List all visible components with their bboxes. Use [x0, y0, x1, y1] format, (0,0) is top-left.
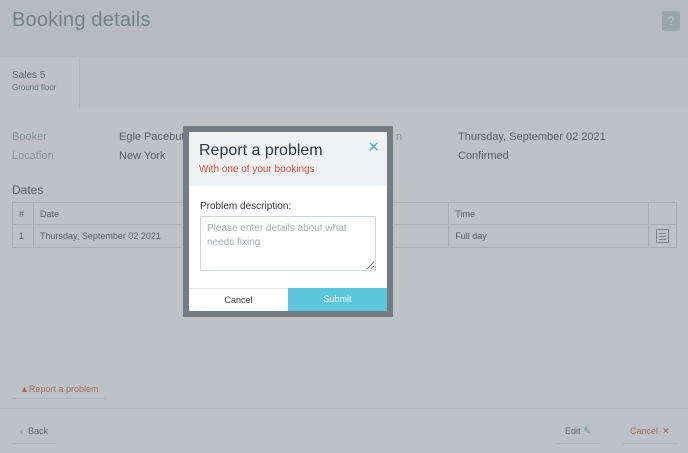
modal-footer: Cancel Submit	[189, 288, 387, 311]
modal-body: Report a problem With one of your bookin…	[189, 132, 387, 311]
problem-description-label: Problem description:	[200, 201, 292, 212]
problem-description-input[interactable]	[200, 216, 376, 271]
modal-submit-button[interactable]: Submit	[288, 288, 387, 311]
modal-subtitle: With one of your bookings	[199, 164, 315, 175]
modal-cancel-button[interactable]: Cancel	[189, 288, 288, 311]
close-icon[interactable]: ✕	[367, 140, 380, 155]
report-problem-modal: Report a problem With one of your bookin…	[183, 126, 393, 317]
modal-title: Report a problem	[199, 142, 323, 159]
modal-header: Report a problem With one of your bookin…	[189, 132, 387, 186]
